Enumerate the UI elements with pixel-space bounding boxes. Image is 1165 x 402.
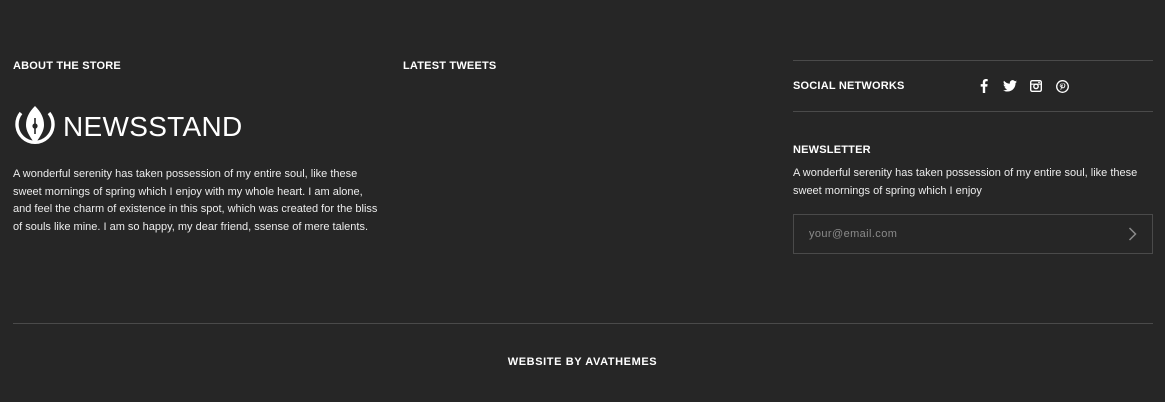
- tweets-column: LATEST TWEETS: [403, 60, 763, 72]
- newsletter-form: [793, 214, 1153, 254]
- footer-divider: [13, 323, 1153, 324]
- newsletter: NEWSLETTER A wonderful serenity has take…: [793, 144, 1153, 254]
- newsletter-heading: NEWSLETTER: [793, 144, 871, 156]
- newsletter-description: A wonderful serenity has taken possessio…: [793, 167, 1138, 197]
- tweets-heading: LATEST TWEETS: [403, 60, 497, 72]
- social-icons: [977, 79, 1069, 93]
- facebook-icon[interactable]: [977, 79, 991, 93]
- store-logo[interactable]: NEWSSTAND: [13, 104, 383, 150]
- social-heading: SOCIAL NETWORKS: [793, 80, 905, 92]
- social-newsletter-column: SOCIAL NETWORKS NEWSLETTER A wonderful s…: [793, 60, 1153, 254]
- pinterest-icon[interactable]: [1055, 79, 1069, 93]
- credit-text: WEBSITE BY AVATHEMES: [507, 356, 658, 368]
- logo-text: NEWSSTAND: [63, 111, 243, 142]
- social-networks: SOCIAL NETWORKS: [793, 61, 1153, 111]
- about-description: A wonderful serenity has taken possessio…: [13, 168, 378, 233]
- chevron-right-icon[interactable]: [1112, 215, 1152, 253]
- site-footer: ABOUT THE STORE NEWSSTAND A wonderful se…: [0, 0, 1165, 402]
- divider: [793, 111, 1153, 112]
- fountain-pen-nib-icon: [13, 104, 57, 150]
- about-heading: ABOUT THE STORE: [13, 60, 121, 72]
- instagram-icon[interactable]: [1029, 79, 1043, 93]
- twitter-icon[interactable]: [1003, 79, 1017, 93]
- email-input[interactable]: [794, 227, 1091, 241]
- about-column: ABOUT THE STORE NEWSSTAND A wonderful se…: [13, 60, 383, 236]
